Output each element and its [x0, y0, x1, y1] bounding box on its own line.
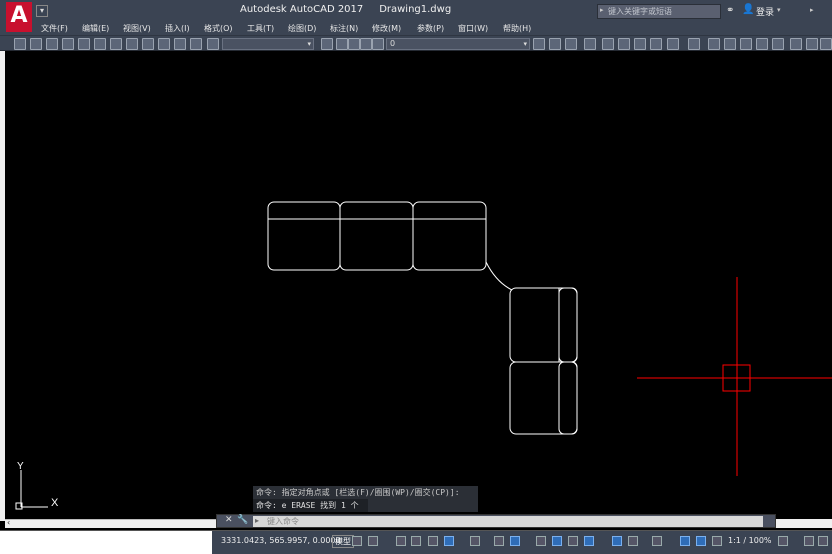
sofa-seat-2[interactable] [339, 201, 414, 271]
ucs-x-label: X [51, 497, 59, 509]
status-bar: 3331.0423, 565.9957, 0.0000 模型 1:1 / 100… [0, 530, 832, 554]
isodraft-icon[interactable] [470, 536, 480, 546]
close-icon[interactable]: ✕ [225, 515, 233, 525]
dynamic-input-icon[interactable] [411, 536, 421, 546]
sofa-seat-4[interactable] [509, 287, 578, 363]
command-line: ✕ 🔧 ▸ 键入命令 [216, 514, 776, 528]
annotation-visibility-icon[interactable] [680, 536, 690, 546]
infer-constraints-icon[interactable] [396, 536, 406, 546]
gizmo-icon[interactable] [652, 536, 662, 546]
command-prompt-icon: ▸ [255, 516, 260, 525]
sofa-drawing[interactable] [267, 201, 578, 435]
autocad-logo-button[interactable]: A [6, 2, 32, 32]
layout-tabs-area [0, 531, 212, 554]
ortho-icon[interactable] [428, 536, 438, 546]
wrench-icon[interactable]: 🔧 [237, 515, 248, 525]
command-history: 命令: 指定对角点或 [栏选(F)/圈围(WP)/圈交(CP)]: 命令: e … [253, 486, 478, 512]
dynamic-ucs-icon[interactable] [612, 536, 622, 546]
snap-icon[interactable] [368, 536, 378, 546]
horizontal-scrollbar-right[interactable] [776, 519, 832, 528]
transparency-icon[interactable] [552, 536, 562, 546]
auto-scale-icon[interactable] [696, 536, 706, 546]
sofa-seat-3[interactable] [412, 201, 487, 271]
grid-icon[interactable] [352, 536, 362, 546]
lineweight-icon[interactable] [536, 536, 546, 546]
sofa-seat-1[interactable] [267, 201, 341, 271]
scroll-left-icon[interactable]: ‹ [7, 518, 10, 527]
gear-icon[interactable] [778, 536, 788, 546]
selection-cycling-icon[interactable] [568, 536, 578, 546]
object-snap-tracking-icon[interactable] [494, 536, 504, 546]
search-expand-icon[interactable]: ▸ [600, 6, 604, 14]
sofa-corner-arc[interactable] [485, 261, 513, 291]
annotation-scale-icon[interactable] [712, 536, 722, 546]
ucs-icon [15, 470, 48, 510]
coordinates-readout[interactable]: 3331.0423, 565.9957, 0.0000 [221, 536, 341, 545]
command-history-line: 命令: e ERASE 找到 1 个 [253, 499, 368, 512]
plus-icon[interactable] [804, 536, 814, 546]
object-snap-icon[interactable] [510, 536, 520, 546]
command-history-line: 命令: 指定对角点或 [栏选(F)/圈围(WP)/圈交(CP)]: [256, 488, 460, 497]
3d-osnap-icon[interactable] [584, 536, 594, 546]
model-space-button[interactable]: 模型 [332, 535, 354, 548]
customization-icon[interactable] [818, 536, 828, 546]
drawing-overlay: Y X [15, 201, 832, 510]
polar-tracking-icon[interactable] [444, 536, 454, 546]
ucs-y-label: Y [17, 461, 24, 472]
sofa-seat-5[interactable] [509, 361, 578, 435]
annotation-scale-readout[interactable]: 1:1 / 100% [728, 536, 772, 545]
selection-filter-icon[interactable] [628, 536, 638, 546]
horizontal-scrollbar[interactable]: ‹ [5, 518, 217, 528]
crosshair-cursor [637, 277, 832, 476]
command-input[interactable]: 键入命令 [253, 516, 763, 527]
